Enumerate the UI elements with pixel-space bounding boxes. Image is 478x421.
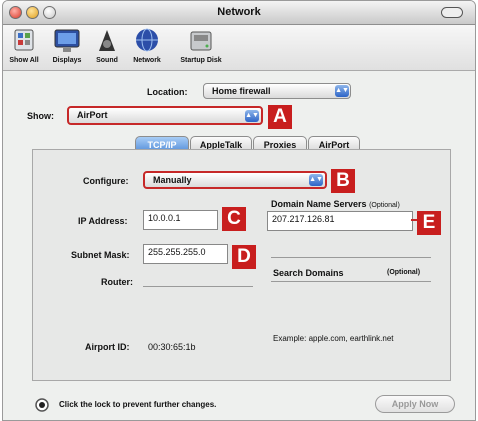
callout-a: A [268, 105, 292, 129]
toolbar-item-network[interactable]: Network [125, 27, 169, 69]
subnet-mask-label: Subnet Mask: [71, 250, 130, 260]
search-domains-field[interactable] [271, 281, 431, 282]
search-domains-example: Example: apple.com, earthlink.net [273, 334, 394, 343]
callout-d: D [232, 245, 256, 269]
toolbar-item-startup-disk[interactable]: Startup Disk [173, 27, 229, 69]
displays-icon [54, 29, 80, 52]
location-label: Location: [147, 87, 188, 97]
title-bar: Network [3, 1, 475, 25]
sound-icon [99, 30, 115, 51]
toolbar-toggle-button[interactable] [441, 7, 463, 18]
location-value: Home firewall [212, 86, 271, 96]
toolbar-item-label: Sound [96, 57, 118, 64]
search-domains-optional-text: (Optional) [387, 269, 421, 276]
popup-arrows-icon: ▲▼ [245, 110, 259, 122]
dns-optional-text: (Optional) [369, 202, 400, 209]
ip-address-field[interactable]: 10.0.0.1 [143, 210, 218, 230]
window-title: Network [217, 6, 261, 18]
lock-icon[interactable] [35, 398, 49, 412]
airport-id-label: Airport ID: [85, 342, 130, 352]
popup-arrows-icon: ▲▼ [335, 85, 349, 97]
toolbar-item-show-all[interactable]: Show All [7, 27, 41, 69]
dns-field[interactable]: 207.217.126.81 [267, 211, 413, 231]
toolbar-item-sound[interactable]: Sound [91, 27, 123, 69]
configure-value: Manually [153, 175, 192, 185]
dns-label-text: Domain Name Servers [271, 199, 367, 209]
configure-label: Configure: [83, 176, 129, 186]
ip-address-label: IP Address: [78, 216, 128, 226]
dns-label: Domain Name Servers (Optional) [271, 199, 400, 209]
show-all-icon [14, 29, 34, 51]
toolbar: Show All Displays Sound Network Startup … [3, 25, 475, 71]
location-popup[interactable]: Home firewall ▲▼ [203, 83, 351, 99]
apply-now-button[interactable]: Apply Now [375, 395, 455, 413]
show-popup[interactable]: AirPort ▲▼ [67, 106, 263, 125]
toolbar-item-label: Network [133, 57, 161, 64]
callout-e: E [417, 211, 441, 235]
router-label: Router: [101, 277, 133, 287]
router-field[interactable] [143, 286, 253, 287]
startup-disk-icon [190, 31, 212, 51]
callout-c: C [222, 207, 246, 231]
popup-arrows-icon: ▲▼ [309, 174, 323, 186]
toolbar-item-label: Startup Disk [180, 57, 222, 64]
show-value: AirPort [77, 110, 108, 120]
search-domains-label: Search Domains [273, 268, 344, 278]
network-window: Network Show All Displays Sound Network … [2, 0, 476, 421]
dns-list-bottom-rule [271, 257, 431, 258]
airport-id-value: 00:30:65:1b [148, 342, 196, 352]
toolbar-item-displays[interactable]: Displays [47, 27, 87, 69]
network-icon [136, 28, 158, 52]
lock-text: Click the lock to prevent further change… [59, 400, 217, 409]
show-label: Show: [27, 111, 54, 121]
toolbar-item-label: Show All [9, 57, 39, 64]
callout-b: B [331, 169, 355, 193]
subnet-mask-field[interactable]: 255.255.255.0 [143, 244, 228, 264]
configure-popup[interactable]: Manually ▲▼ [143, 171, 327, 189]
toolbar-item-label: Displays [52, 57, 82, 64]
